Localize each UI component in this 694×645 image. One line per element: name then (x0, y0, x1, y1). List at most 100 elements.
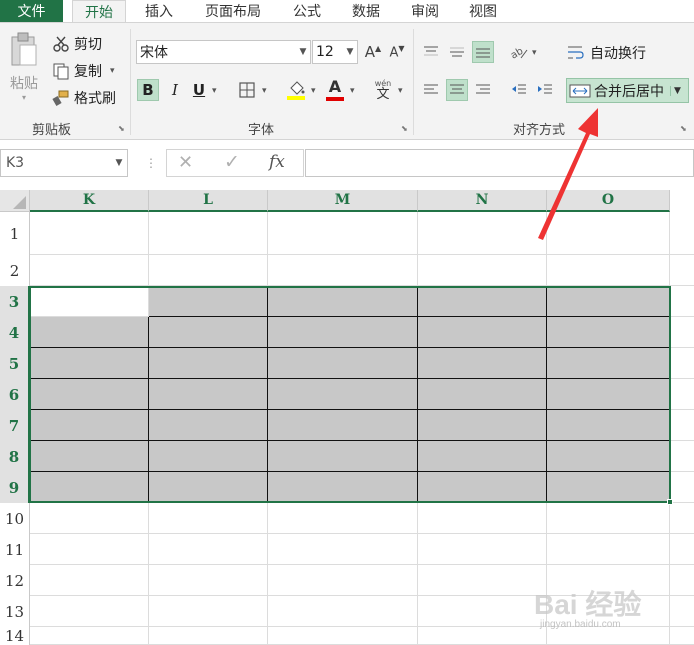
row-header-11[interactable]: 11 (0, 534, 30, 565)
row-header-12[interactable]: 12 (0, 565, 30, 596)
cell-o7[interactable] (547, 410, 670, 441)
cell-o2[interactable] (547, 255, 670, 286)
cell-k2[interactable] (30, 255, 149, 286)
bold-button[interactable]: B (137, 79, 159, 101)
row-header-3[interactable]: 3 (0, 286, 30, 317)
tab-formulas[interactable]: 公式 (282, 0, 332, 22)
column-header-m[interactable]: M (268, 190, 418, 212)
underline-dropdown-icon[interactable]: ▾ (212, 86, 217, 96)
cell-l10[interactable] (149, 503, 268, 534)
cell-k12[interactable] (30, 565, 149, 596)
cell-m6[interactable] (268, 379, 418, 410)
orientation-button[interactable]: ab (508, 41, 530, 63)
cell-m13[interactable] (268, 596, 418, 627)
cell-l8[interactable] (149, 441, 268, 472)
cell-o8[interactable] (547, 441, 670, 472)
merge-center-dropdown-icon[interactable]: ▼ (670, 85, 681, 96)
cell-l3[interactable] (149, 286, 268, 317)
cell-n9[interactable] (418, 472, 547, 503)
cell-m8[interactable] (268, 441, 418, 472)
column-header-l[interactable]: L (149, 190, 268, 212)
cell-overflow[interactable] (670, 255, 694, 286)
paste-button[interactable]: 粘贴 ▾ (4, 31, 44, 111)
cell-m5[interactable] (268, 348, 418, 379)
column-header-o[interactable]: O (547, 190, 670, 212)
cell-n14[interactable] (418, 627, 547, 645)
tab-page-layout[interactable]: 页面布局 (196, 0, 270, 22)
grow-font-button[interactable]: A▲ (362, 41, 384, 63)
copy-button[interactable]: 复制 ▾ (52, 60, 115, 82)
font-launcher-icon[interactable]: ⬊ (401, 124, 408, 133)
row-header-1[interactable]: 1 (0, 212, 30, 255)
cell-m11[interactable] (268, 534, 418, 565)
row-header-8[interactable]: 8 (0, 441, 30, 472)
cell-k1[interactable] (30, 212, 149, 255)
cell-overflow[interactable] (670, 212, 694, 255)
tab-file[interactable]: 文件 (0, 0, 63, 22)
cell-n12[interactable] (418, 565, 547, 596)
cell-o9[interactable] (547, 472, 670, 503)
cell-n10[interactable] (418, 503, 547, 534)
cell-l5[interactable] (149, 348, 268, 379)
cell-l4[interactable] (149, 317, 268, 348)
phonetic-dropdown-icon[interactable]: ▾ (398, 86, 403, 96)
orientation-dropdown-icon[interactable]: ▾ (532, 48, 537, 58)
cell-m10[interactable] (268, 503, 418, 534)
cell-k10[interactable] (30, 503, 149, 534)
row-header-9[interactable]: 9 (0, 472, 30, 503)
cell-l13[interactable] (149, 596, 268, 627)
row-header-6[interactable]: 6 (0, 379, 30, 410)
merge-center-button[interactable]: 合并后居中 ▼ (566, 78, 689, 103)
fill-handle[interactable] (667, 499, 673, 505)
name-box[interactable]: K3 ▼ (0, 149, 128, 177)
cell-overflow[interactable] (670, 317, 694, 348)
cell-m12[interactable] (268, 565, 418, 596)
cell-m14[interactable] (268, 627, 418, 645)
cell-l9[interactable] (149, 472, 268, 503)
shrink-font-button[interactable]: A▼ (386, 41, 408, 63)
fill-color-button[interactable] (285, 77, 307, 103)
align-bottom-button[interactable] (472, 41, 494, 63)
row-header-7[interactable]: 7 (0, 410, 30, 441)
align-left-button[interactable] (420, 79, 442, 101)
cell-l6[interactable] (149, 379, 268, 410)
cell-o3[interactable] (547, 286, 670, 317)
cell-m2[interactable] (268, 255, 418, 286)
cell-l12[interactable] (149, 565, 268, 596)
cell-overflow[interactable] (670, 534, 694, 565)
cell-overflow[interactable] (670, 379, 694, 410)
row-header-13[interactable]: 13 (0, 596, 30, 627)
increase-indent-button[interactable] (534, 79, 556, 101)
font-color-dropdown-icon[interactable]: ▾ (350, 86, 355, 96)
row-header-14[interactable]: 14 (0, 627, 30, 645)
cell-l11[interactable] (149, 534, 268, 565)
align-center-button[interactable] (446, 79, 468, 101)
cell-o4[interactable] (547, 317, 670, 348)
cell-k3[interactable] (30, 286, 149, 317)
cell-n5[interactable] (418, 348, 547, 379)
cell-overflow[interactable] (670, 441, 694, 472)
tab-review[interactable]: 审阅 (402, 0, 448, 22)
paste-dropdown-icon[interactable]: ▾ (22, 93, 26, 102)
cell-n1[interactable] (418, 212, 547, 255)
font-size-select[interactable]: 12 ▼ (312, 40, 358, 64)
cell-l14[interactable] (149, 627, 268, 645)
italic-button[interactable]: I (164, 79, 186, 101)
tab-home[interactable]: 开始 (72, 0, 126, 23)
select-all-button[interactable] (0, 190, 30, 212)
cell-o6[interactable] (547, 379, 670, 410)
align-right-button[interactable] (472, 79, 494, 101)
align-top-button[interactable] (420, 41, 442, 63)
insert-function-button[interactable]: fx (269, 152, 285, 172)
cell-n6[interactable] (418, 379, 547, 410)
tab-insert[interactable]: 插入 (133, 0, 185, 22)
tab-data[interactable]: 数据 (343, 0, 389, 22)
decrease-indent-button[interactable] (508, 79, 530, 101)
underline-button[interactable]: U (188, 79, 210, 101)
cell-overflow[interactable] (670, 286, 694, 317)
cell-k6[interactable] (30, 379, 149, 410)
row-header-5[interactable]: 5 (0, 348, 30, 379)
font-color-button[interactable]: A (324, 77, 346, 103)
cell-k11[interactable] (30, 534, 149, 565)
cell-l2[interactable] (149, 255, 268, 286)
